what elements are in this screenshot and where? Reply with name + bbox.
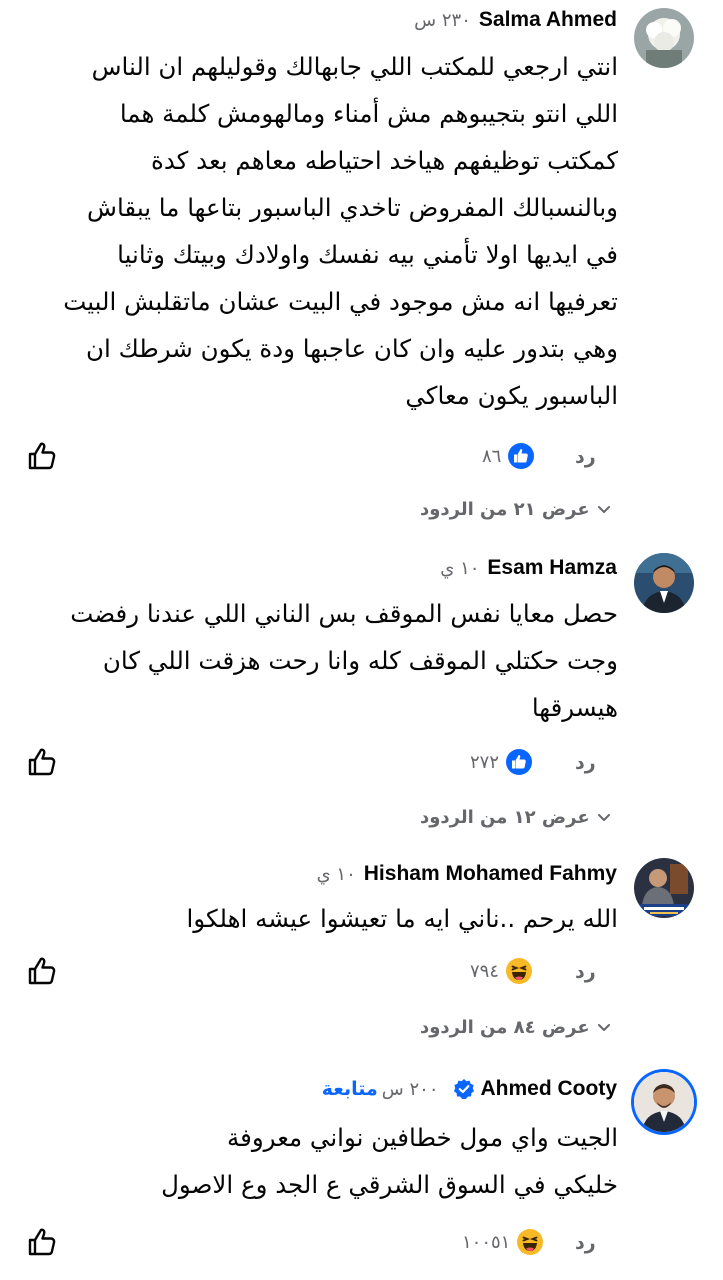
comment-line: وجت حكتلي الموقف كله وانا رحت هزقت اللي … [102, 646, 618, 675]
comment-line: وبالنسبالك المفروض تاخدي الباسبور بتاعها… [87, 193, 618, 222]
reaction-summary[interactable]: ٨٦ [482, 440, 535, 472]
view-replies-link[interactable]: عرض ٨٤ من الردود [420, 1012, 612, 1042]
comment-line: خليكي في السوق الشرقي ع الجد وع الاصول [161, 1170, 618, 1199]
comment-actions: ١٠٠٥١ رد [0, 1226, 723, 1266]
author-name[interactable]: Salma Ahmed [479, 8, 617, 32]
comment-text: الجيت واي مول خطافين نواني معروفة خليكي … [161, 1114, 618, 1208]
verified-badge-icon [453, 1078, 475, 1100]
reply-button[interactable]: رد [575, 961, 596, 983]
reaction-count: ٧٩٤ [470, 960, 500, 982]
flower-photo-icon [634, 8, 694, 68]
avatar[interactable] [634, 8, 694, 68]
haha-reaction-icon [516, 1228, 544, 1256]
comment-time: ١٠ ي [316, 863, 356, 885]
author-name[interactable]: Hisham Mohamed Fahmy [364, 862, 617, 886]
comment-line: في ايديها اولا تأمني بيه نفسك واولادك وب… [117, 240, 618, 269]
comments-feed: ٢٣٠ س Salma Ahmed انتي ارجعي للمكتب اللي… [0, 0, 723, 1280]
comment-line: حصل معايا نفس الموقف بس الناني اللي عندن… [70, 599, 618, 628]
avatar[interactable] [634, 1072, 694, 1132]
comment-header: ١٠ ي Hisham Mohamed Fahmy [317, 858, 617, 890]
reply-button[interactable]: رد [575, 446, 596, 468]
view-replies-label: عرض ٢١ من الردود [420, 498, 590, 520]
comment-line: الباسبور يكون معاكي [405, 381, 618, 410]
avatar[interactable] [634, 553, 694, 613]
comment-header: ١٠ ي Esam Hamza [440, 552, 617, 584]
chevron-down-icon [596, 501, 612, 517]
follow-button[interactable]: متابعة [322, 1078, 378, 1100]
poster-photo-icon [634, 858, 694, 918]
avatar[interactable] [634, 858, 694, 918]
haha-reaction-icon [505, 957, 533, 985]
reaction-count: ٢٧٢ [470, 751, 500, 773]
comment-line: كمكتب توظيفهم هياخد احتياطه معاهم بعد كد… [150, 146, 618, 175]
comment-line: وهي بتدور عليه وان كان عاجبها ودة يكون ش… [86, 334, 618, 363]
comment-actions: ٢٧٢ رد [0, 746, 723, 786]
comment-header: متابعة ٢٠٠ س Ahmed Cooty [322, 1073, 617, 1105]
view-replies-link[interactable]: عرض ١٢ من الردود [420, 802, 612, 832]
comment-line: اللي انتو بتجيبوهم مش أمناء ومالهومش كلم… [119, 99, 618, 128]
like-button-icon[interactable] [26, 1226, 58, 1258]
like-button-icon[interactable] [26, 955, 58, 987]
comment-text: الله يرحم ..ناني ايه ما تعيشوا عيشه اهلك… [187, 895, 618, 942]
reply-button[interactable]: رد [575, 752, 596, 774]
like-button-icon[interactable] [26, 746, 58, 778]
comment-line: انتي ارجعي للمكتب اللي جابهالك وقوليلهم … [91, 52, 618, 81]
comment-text: انتي ارجعي للمكتب اللي جابهالك وقوليلهم … [63, 43, 618, 419]
chevron-down-icon [596, 1019, 612, 1035]
like-button-icon[interactable] [26, 440, 58, 472]
man-suit-photo-icon [634, 553, 694, 613]
author-name[interactable]: Ahmed Cooty [481, 1077, 618, 1101]
comment-actions: ٧٩٤ رد [0, 955, 723, 995]
like-reaction-icon [507, 442, 535, 470]
author-name[interactable]: Esam Hamza [487, 556, 617, 580]
comment-line: الجيت واي مول خطافين نواني معروفة [227, 1123, 618, 1152]
comment-actions: ٨٦ رد [0, 440, 723, 480]
view-replies-label: عرض ٨٤ من الردود [420, 1016, 590, 1038]
comment-line: الله يرحم ..ناني ايه ما تعيشوا عيشه اهلك… [186, 904, 618, 933]
comment-line: هيسرقها [531, 693, 618, 722]
comment-text: حصل معايا نفس الموقف بس الناني اللي عندن… [70, 590, 618, 731]
reaction-summary[interactable]: ١٠٠٥١ [462, 1226, 544, 1258]
view-replies-link[interactable]: عرض ٢١ من الردود [420, 494, 612, 524]
comment-time: ٢٣٠ س [414, 9, 471, 31]
like-reaction-icon [505, 748, 533, 776]
comment-header: ٢٣٠ س Salma Ahmed [414, 4, 617, 36]
reaction-summary[interactable]: ٧٩٤ [470, 955, 533, 987]
reply-button[interactable]: رد [575, 1232, 596, 1254]
chevron-down-icon [596, 809, 612, 825]
view-replies-label: عرض ١٢ من الردود [420, 806, 590, 828]
comment-time: ١٠ ي [440, 557, 480, 579]
comment-line: تعرفيها انه مش موجود في البيت عشان ماتقل… [63, 287, 618, 316]
reaction-summary[interactable]: ٢٧٢ [470, 746, 533, 778]
reaction-count: ٨٦ [482, 445, 502, 467]
man-portrait-photo-icon [634, 1072, 694, 1132]
comment-time: ٢٠٠ س [381, 1078, 439, 1100]
reaction-count: ١٠٠٥١ [462, 1231, 511, 1253]
